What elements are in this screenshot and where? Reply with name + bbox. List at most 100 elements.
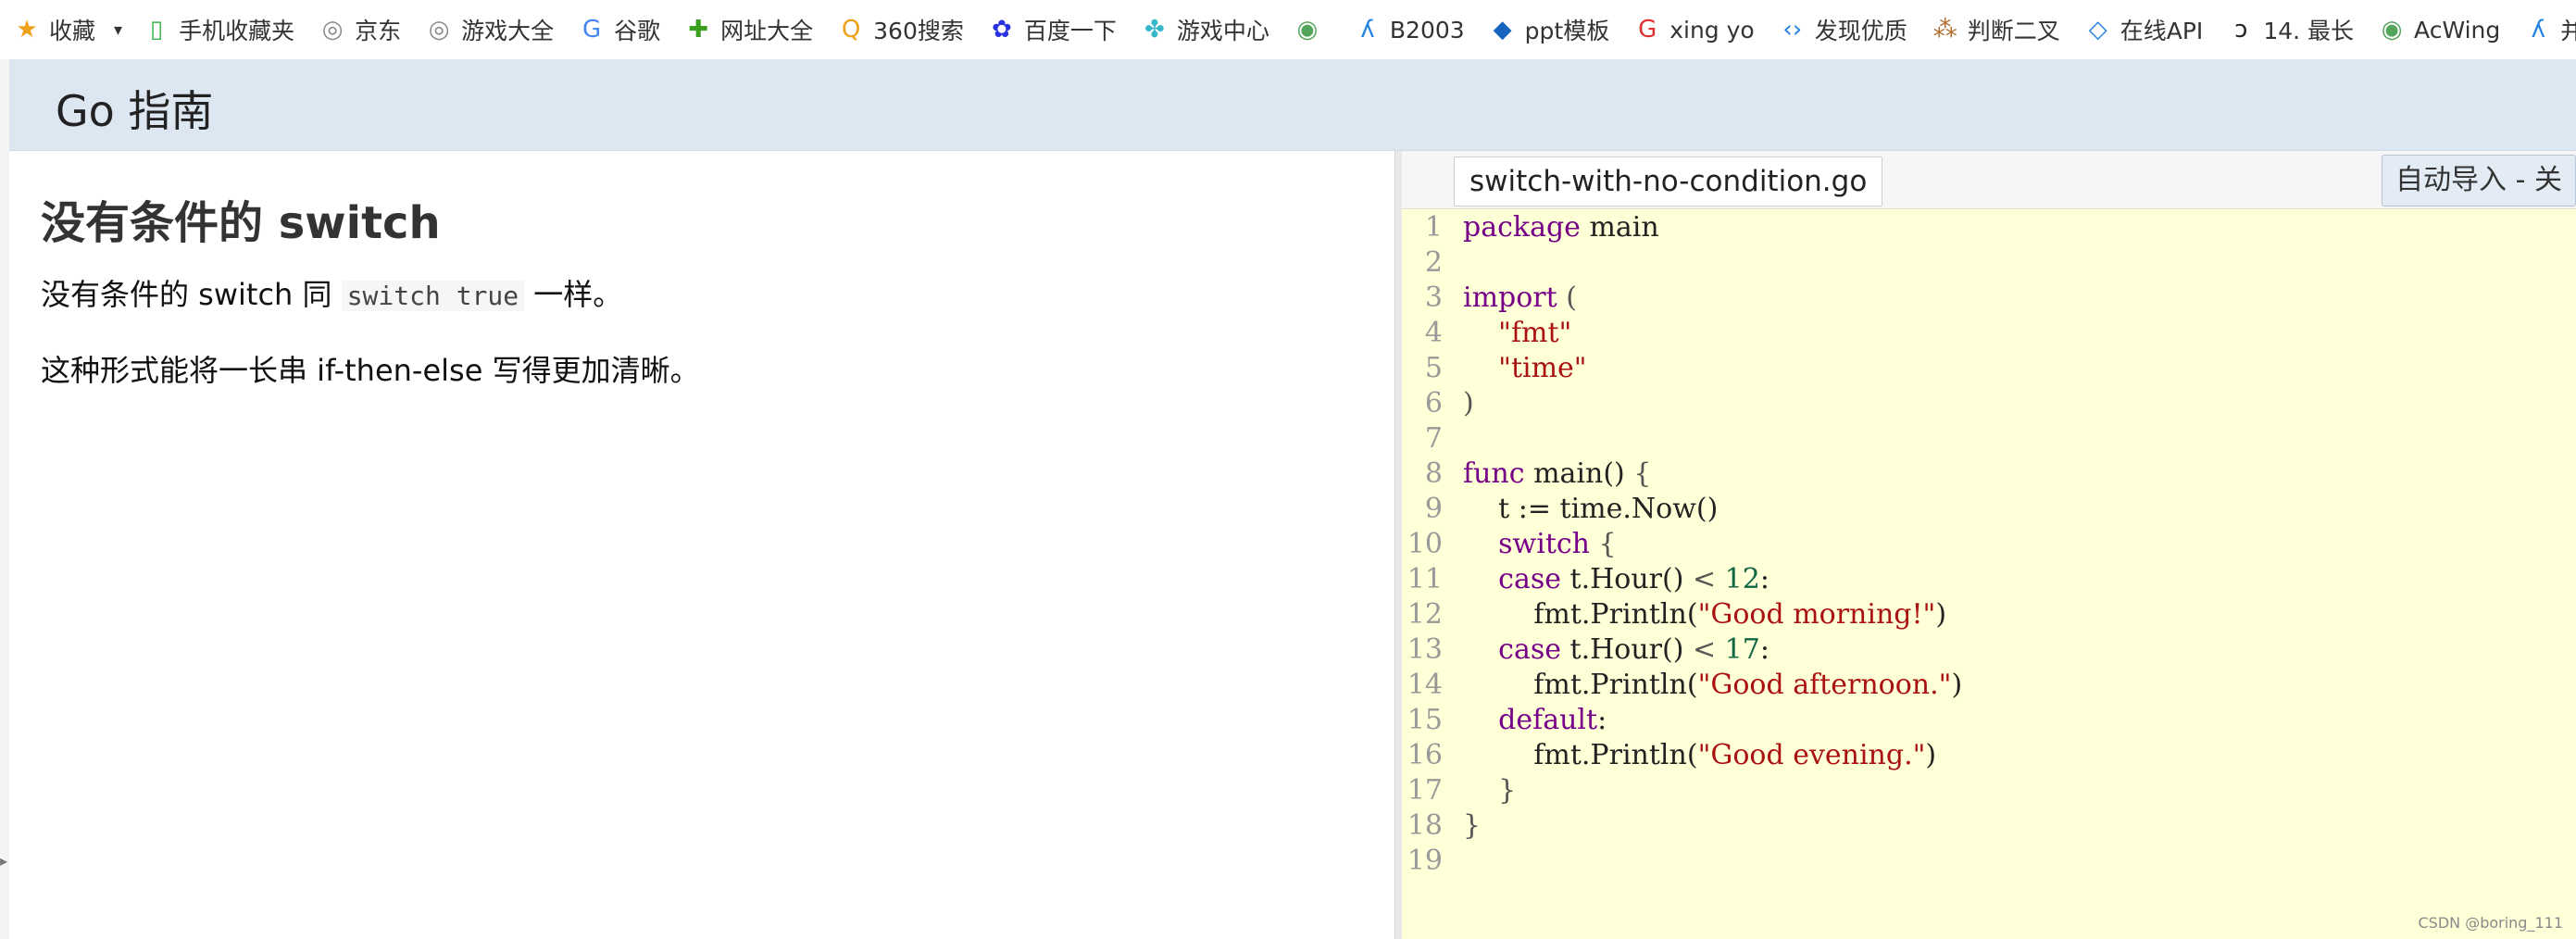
code-line: 18} [1402,808,2576,844]
line-number: 7 [1424,422,1443,455]
code-token: case [1498,633,1561,666]
code-token: : [1759,633,1769,666]
code-text: } [1463,773,1516,808]
game-center-icon: ✤ [1144,16,1165,44]
bookmark-item[interactable]: G 谷歌 [565,0,671,59]
acwing-icon: ◉ [1296,16,1319,44]
baidu-paw-icon: ✿ [991,16,1012,44]
line-number: 3 [1424,282,1443,314]
bookmark-label: 谷歌 [614,18,661,44]
line-number: 6 [1424,387,1443,419]
bookmark-label: 网址大全 [720,18,814,44]
code-token: import [1463,282,1557,314]
online-api-icon: ◇ [2088,16,2107,44]
code-token: main() [1524,457,1634,490]
line-number: 11 [1407,563,1443,595]
code-token: case [1498,563,1561,595]
code-line: 3 import ( [1402,281,2576,316]
bookmark-item[interactable]: ʎ 并查集板 [2511,0,2576,59]
file-tab[interactable]: switch-with-no-condition.go [1454,156,1883,207]
code-token: < [1692,563,1717,595]
bookmark-item[interactable]: ✿ 百度一下 [975,0,1128,59]
bookmark-item[interactable]: Q 360搜索 [824,0,975,59]
bookmark-item[interactable]: ◇ 在线API [2071,0,2215,59]
code-token: 12 [1724,563,1760,595]
bookmark-item[interactable]: ‹› 发现优质 [1766,0,1919,59]
bookmark-label: 14. 最长 [2263,18,2355,44]
lesson-title: 没有条件的 switch [41,197,441,249]
bookmark-item[interactable]: ★ 收藏 [0,0,106,59]
bookmark-item[interactable]: ɔ 14. 最长 [2214,0,2365,59]
code-line: 2 [1402,245,2576,281]
bookmark-item[interactable]: ✤ 游戏中心 [1128,0,1281,59]
code-token: : [1759,563,1769,595]
code-token: default [1498,704,1598,736]
bookmark-item[interactable]: ✚ 网址大全 [671,0,824,59]
code-line: 8 func main() { [1402,457,2576,492]
line-number: 15 [1407,704,1443,736]
red-g-icon: G [1638,16,1657,44]
code-token: fmt.Println( [1463,669,1698,701]
bookmark-label: 并查集板 [2560,13,2576,46]
binary-icon: ⁂ [1932,16,1957,44]
code-line: 1 package main [1402,210,2576,245]
bookmark-item[interactable]: ◎ 京东 [306,0,412,59]
bookmark-label: 判断二叉 [1967,18,2060,44]
bookmark-label: 游戏中心 [1176,18,1269,44]
code-line: 14 fmt.Println("Good afternoon.") [1402,668,2576,703]
code-text: "fmt" [1463,316,1571,351]
code-icon: ‹› [1782,16,1803,44]
code-token: "time" [1498,352,1587,384]
line-number: 2 [1424,246,1443,279]
bookmark-label: 手机收藏夹 [179,18,295,44]
code-editor[interactable]: 1 package main 2 3 import (4 "fmt" 5 "time" 6)… [1402,210,2576,939]
bookmark-item[interactable]: ▯ 手机收藏夹 [130,0,306,59]
code-text: fmt.Println("Good afternoon.") [1463,668,1962,703]
bookmark-item[interactable]: ◉ [1281,0,1341,59]
line-number: 17 [1407,774,1443,807]
code-line: 12 fmt.Println("Good morning!") [1402,597,2576,632]
code-token: "Good afternoon." [1697,669,1952,701]
code-line: 11 case t.Hour() < 12: [1402,562,2576,597]
watermark: CSDN @boring_111 [2418,914,2563,932]
code-line: 9 t := time.Now() [1402,492,2576,527]
code-text: fmt.Println("Good morning!") [1463,597,1946,632]
code-token: { [1590,528,1617,560]
chevron-down-icon[interactable]: ▾ [106,0,130,59]
search-360-icon: Q [841,16,861,44]
bookmark-item[interactable]: Gxing yo [1620,0,1766,59]
paragraph-text: 一样。 [524,277,623,312]
bookmark-item[interactable]: ⁂ 判断二叉 [1919,0,2071,59]
code-token: < [1692,633,1717,666]
code-line: 13 case t.Hour() < 17: [1402,632,2576,668]
lesson-paragraph-1: 没有条件的 switch 同 switch true 一样。 [41,271,622,314]
bookmark-item[interactable]: ◉ AcWing [2365,0,2511,59]
bookmark-item[interactable]: ◆ ppt模板 [1476,0,1621,59]
line-number: 12 [1407,598,1443,631]
bookmark-item[interactable]: ◎ 游戏大全 [412,0,565,59]
code-text: case t.Hour() < 12: [1463,562,1769,597]
line-number: 9 [1424,493,1443,525]
google-icon: G [582,16,602,44]
line-number: 1 [1424,211,1443,244]
code-line: 17 } [1402,773,2576,808]
bookmark-item[interactable]: ʎ B2003 [1341,0,1476,59]
code-token: } [1463,774,1517,807]
code-token: t.Hour() [1561,633,1693,666]
line-number: 13 [1407,633,1443,666]
lesson-paragraph-2: 这种形式能将一长串 if-then-else 写得更加清晰。 [41,353,700,388]
code-line: 16 fmt.Println("Good evening.") [1402,738,2576,773]
line-number: 4 [1424,317,1443,349]
expand-arrow-icon[interactable]: ▸ [0,852,7,870]
code-line: 19 [1402,844,2576,879]
paragraph-text: 没有条件的 switch 同 [41,277,342,312]
code-text: package main [1463,210,1659,245]
auto-import-toggle-button[interactable]: 自动导入 - 关 [2382,155,2576,207]
code-token: "Good evening." [1697,739,1926,771]
code-token: fmt.Println( [1463,739,1698,771]
ppt-icon: ◆ [1493,16,1512,44]
